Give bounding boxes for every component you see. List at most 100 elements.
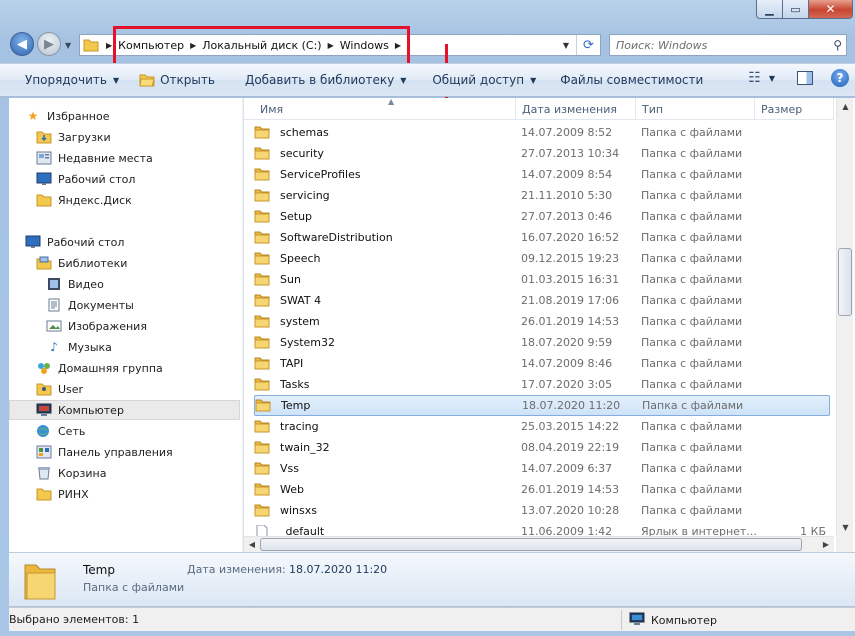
sort-ascending-icon: ▲ bbox=[388, 98, 395, 106]
folder-icon bbox=[254, 273, 270, 286]
share-button[interactable]: Общий доступ ▼ bbox=[424, 68, 544, 92]
scroll-thumb[interactable] bbox=[260, 538, 802, 551]
folder-icon bbox=[254, 441, 270, 454]
folder-icon bbox=[254, 483, 270, 496]
search-icon[interactable]: ⚲ bbox=[833, 38, 842, 52]
nav-control-panel[interactable]: Панель управления bbox=[36, 442, 242, 462]
file-row[interactable]: security 27.07.2013 10:34 Папка с файлами bbox=[254, 143, 830, 164]
nav-yandex-disk[interactable]: Яндекс.Диск bbox=[36, 190, 242, 210]
file-row[interactable]: servicing 21.11.2010 5:30 Папка с файлами bbox=[254, 185, 830, 206]
file-row[interactable]: Sun 01.03.2015 16:31 Папка с файлами bbox=[254, 269, 830, 290]
file-row[interactable]: SWAT 4 21.08.2019 17:06 Папка с файлами bbox=[254, 290, 830, 311]
forward-button[interactable]: ▶ bbox=[37, 32, 61, 56]
nav-user[interactable]: User bbox=[36, 379, 242, 399]
close-button[interactable]: ✕ bbox=[809, 0, 853, 19]
desktop-icon bbox=[25, 235, 41, 249]
folder-icon bbox=[36, 193, 52, 207]
nav-homegroup[interactable]: Домашняя группа bbox=[36, 358, 242, 378]
nav-network[interactable]: Сеть bbox=[36, 421, 242, 441]
nav-label: Панель управления bbox=[58, 445, 173, 459]
file-type: Папка с файлами bbox=[641, 294, 743, 307]
nav-desktop[interactable]: Рабочий стол bbox=[25, 232, 242, 252]
folder-icon bbox=[254, 126, 270, 139]
column-header-name[interactable]: Имя ▲ bbox=[254, 98, 516, 120]
file-row[interactable]: SoftwareDistribution 16.07.2020 16:52 Папк… bbox=[254, 227, 830, 248]
folder-icon bbox=[255, 399, 271, 412]
nav-favorites[interactable]: ★ Избранное bbox=[25, 106, 242, 126]
file-list: Имя ▲ Дата изменения Тип Размер schemas 1… bbox=[244, 98, 855, 552]
nav-label: Яндекс.Диск bbox=[58, 193, 132, 207]
file-row[interactable]: system 26.01.2019 14:53 Папка с файлами bbox=[254, 311, 830, 332]
nav-label: Недавние места bbox=[58, 151, 153, 165]
recent-pages-dropdown[interactable]: ▼ bbox=[65, 41, 71, 50]
back-button[interactable]: ◀ bbox=[10, 32, 34, 56]
scroll-right-icon[interactable]: ▶ bbox=[818, 537, 834, 552]
file-row[interactable]: Temp 18.07.2020 11:20 Папка с файлами bbox=[254, 395, 830, 416]
scroll-thumb[interactable] bbox=[838, 248, 852, 316]
file-row[interactable]: Tasks 17.07.2020 3:05 Папка с файлами bbox=[254, 374, 830, 395]
address-dropdown-icon[interactable]: ▼ bbox=[558, 35, 574, 55]
scroll-left-icon[interactable]: ◀ bbox=[244, 537, 260, 552]
file-row[interactable]: ServiceProfiles 14.07.2009 8:54 Папка с фа… bbox=[254, 164, 830, 185]
file-row[interactable]: System32 18.07.2020 9:59 Папка с файлами bbox=[254, 332, 830, 353]
scroll-up-icon[interactable]: ▲ bbox=[837, 98, 854, 115]
file-row[interactable]: Speech 09.12.2015 19:23 Папка с файлами bbox=[254, 248, 830, 269]
refresh-icon[interactable]: ⟳ bbox=[576, 35, 600, 55]
add-to-library-button[interactable]: Добавить в библиотеку ▼ bbox=[237, 68, 414, 92]
nav-downloads[interactable]: Загрузки bbox=[36, 127, 242, 147]
file-row[interactable]: TAPI 14.07.2009 8:46 Папка с файлами bbox=[254, 353, 830, 374]
nav-images[interactable]: Изображения bbox=[46, 316, 242, 336]
chevron-down-icon[interactable]: ▼ bbox=[769, 74, 775, 83]
file-row[interactable]: winsxs 13.07.2020 10:28 Папка с файлами bbox=[254, 500, 830, 521]
details-date-value: 18.07.2020 11:20 bbox=[289, 563, 388, 576]
file-row[interactable]: Web 26.01.2019 14:53 Папка с файлами bbox=[254, 479, 830, 500]
file-row[interactable]: Setup 27.07.2013 0:46 Папка с файлами bbox=[254, 206, 830, 227]
column-header-size[interactable]: Размер bbox=[755, 98, 834, 120]
nav-label: Видео bbox=[68, 277, 104, 291]
status-bar: Выбрано элементов: 1 Компьютер bbox=[9, 607, 855, 631]
nav-label: Загрузки bbox=[58, 130, 111, 144]
file-name: TAPI bbox=[280, 357, 304, 370]
share-label: Общий доступ bbox=[432, 73, 525, 87]
open-button[interactable]: Открыть bbox=[131, 68, 223, 92]
nav-recycle-bin[interactable]: Корзина bbox=[36, 463, 242, 483]
file-row[interactable]: Vss 14.07.2009 6:37 Папка с файлами bbox=[254, 458, 830, 479]
nav-video[interactable]: Видео bbox=[46, 274, 242, 294]
file-type: Папка с файлами bbox=[641, 147, 743, 160]
minimize-button[interactable]: ▁ bbox=[756, 0, 783, 19]
file-row[interactable]: tracing 25.03.2015 14:22 Папка с файлами bbox=[254, 416, 830, 437]
column-header-date[interactable]: Дата изменения bbox=[516, 98, 636, 120]
large-folder-icon bbox=[24, 564, 56, 600]
nav-recent-places[interactable]: Недавние места bbox=[36, 148, 242, 168]
chevron-right-icon[interactable]: ▶ bbox=[106, 41, 112, 50]
help-icon[interactable]: ? bbox=[831, 69, 849, 87]
recycle-bin-icon bbox=[36, 466, 52, 480]
nav-label: Компьютер bbox=[58, 403, 124, 417]
search-box[interactable]: Поиск: Windows ⚲ bbox=[609, 34, 847, 56]
preview-pane-icon[interactable] bbox=[797, 71, 813, 85]
nav-label: РИНХ bbox=[58, 487, 89, 501]
horizontal-scrollbar[interactable]: ◀ ▶ bbox=[244, 536, 834, 552]
column-header-type[interactable]: Тип bbox=[636, 98, 755, 120]
file-type: Папка с файлами bbox=[641, 126, 743, 139]
maximize-button[interactable]: ▭ bbox=[783, 0, 809, 19]
nav-rinh[interactable]: РИНХ bbox=[36, 484, 242, 504]
scroll-down-icon[interactable]: ▼ bbox=[837, 519, 854, 536]
nav-computer[interactable]: Компьютер bbox=[9, 400, 240, 420]
organize-button[interactable]: Упорядочить ▼ bbox=[17, 68, 127, 92]
compatibility-files-button[interactable]: Файлы совместимости bbox=[552, 68, 711, 92]
file-row[interactable]: twain_32 08.04.2019 22:19 Папка с файлами bbox=[254, 437, 830, 458]
file-type: Папка с файлами bbox=[641, 483, 743, 496]
file-name: winsxs bbox=[280, 504, 317, 517]
nav-desktop-favorite[interactable]: Рабочий стол bbox=[36, 169, 242, 189]
nav-libraries[interactable]: Библиотеки bbox=[36, 253, 242, 273]
nav-music[interactable]: ♪ Музыка bbox=[46, 337, 242, 357]
vertical-scrollbar[interactable]: ▲ ▼ bbox=[836, 98, 853, 536]
folder-icon bbox=[254, 315, 270, 328]
folder-icon bbox=[254, 357, 270, 370]
computer-icon bbox=[629, 612, 645, 629]
file-row[interactable]: schemas 14.07.2009 8:52 Папка с файлами bbox=[254, 122, 830, 143]
search-input[interactable]: Поиск: Windows bbox=[616, 39, 707, 52]
nav-documents[interactable]: Документы bbox=[46, 295, 242, 315]
view-options-icon[interactable]: ☷ bbox=[748, 70, 761, 86]
